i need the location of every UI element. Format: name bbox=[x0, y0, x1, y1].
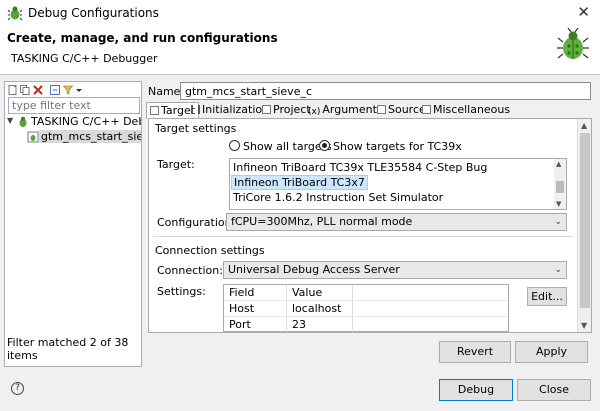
close-button[interactable]: Close bbox=[517, 379, 591, 401]
scrollbar-thumb[interactable] bbox=[580, 133, 590, 308]
scroll-up-icon[interactable]: ▲ bbox=[581, 121, 587, 130]
filter-input[interactable] bbox=[8, 97, 140, 114]
header-separator bbox=[0, 74, 600, 75]
group-separator bbox=[153, 236, 573, 237]
tab-source[interactable]: Source bbox=[377, 102, 426, 118]
target-label: Target: bbox=[157, 158, 195, 171]
tab-project[interactable]: Project bbox=[262, 102, 311, 118]
scroll-down-icon[interactable]: ▼ bbox=[581, 321, 587, 330]
show-targets-for-tc39x-radio[interactable]: Show targets for TC39x bbox=[319, 140, 462, 153]
apply-button[interactable]: Apply bbox=[515, 341, 588, 363]
settings-table: Field Value Host localhost Port 23 bbox=[223, 284, 509, 332]
target-icon bbox=[150, 106, 159, 115]
panel-scrollbar[interactable]: ▲ ▼ bbox=[577, 119, 591, 332]
tab-miscellaneous[interactable]: Miscellaneous bbox=[422, 102, 510, 118]
debug-button[interactable]: Debug bbox=[439, 379, 513, 401]
radio-on-icon bbox=[319, 140, 330, 151]
debug-bug-icon bbox=[7, 6, 23, 21]
radio-off-icon bbox=[229, 140, 240, 151]
debug-bug-icon bbox=[19, 116, 27, 127]
scroll-down-icon[interactable]: ▼ bbox=[556, 200, 561, 208]
connection-settings-title: Connection settings bbox=[155, 244, 265, 257]
table-cell[interactable]: localhost bbox=[289, 301, 341, 316]
connection-label: Connection: bbox=[157, 264, 223, 277]
new-config-icon[interactable] bbox=[8, 85, 18, 95]
column-header-value: Value bbox=[292, 286, 323, 299]
column-divider bbox=[352, 285, 353, 332]
tab-initialization[interactable]: Initialization bbox=[191, 102, 269, 118]
list-item[interactable]: Infineon TriBoard TC39x TLE35584 C-Step … bbox=[231, 160, 489, 175]
row-divider bbox=[224, 316, 508, 317]
configuration-label: Configuration: bbox=[157, 216, 236, 229]
scroll-up-icon[interactable]: ▲ bbox=[556, 160, 561, 168]
tree-toolbar bbox=[6, 83, 140, 96]
chevron-down-icon: ⌄ bbox=[554, 265, 562, 275]
header-subtitle: TASKING C/C++ Debugger bbox=[11, 52, 158, 65]
name-label: Name: bbox=[148, 85, 185, 98]
row-divider bbox=[224, 300, 508, 301]
tree-item-label: gtm_mcs_start_sieve_c bbox=[39, 130, 141, 143]
miscellaneous-icon bbox=[422, 105, 431, 114]
table-cell[interactable]: 23 bbox=[289, 317, 306, 332]
filter-icon[interactable] bbox=[63, 85, 73, 95]
close-icon[interactable]: ✕ bbox=[577, 3, 590, 21]
tab-arguments[interactable]: (x) Arguments bbox=[308, 102, 383, 118]
target-tab-panel: Target settings Show all targets Show ta… bbox=[148, 118, 592, 333]
settings-label: Settings: bbox=[157, 285, 206, 298]
project-icon bbox=[262, 105, 271, 114]
target-list[interactable]: Infineon TriBoard TC39x TLE35584 C-Step … bbox=[229, 158, 567, 210]
target-settings-title: Target settings bbox=[155, 122, 237, 135]
window-titlebar: Debug Configurations ✕ bbox=[0, 0, 600, 26]
list-item[interactable]: TriCore 1.6.2 Instruction Set Simulator bbox=[231, 190, 445, 205]
arguments-icon: (x) bbox=[308, 107, 321, 117]
filter-status: Filter matched 2 of 38 items bbox=[7, 336, 129, 362]
tree-item-label: TASKING C/C++ Debug bbox=[31, 115, 141, 128]
window-title: Debug Configurations bbox=[28, 6, 159, 20]
list-item[interactable]: Infineon TriBoard TC3x7 bbox=[231, 175, 368, 190]
help-icon[interactable]: ? bbox=[11, 382, 24, 395]
source-icon bbox=[377, 105, 386, 114]
chevron-down-icon[interactable]: ▼ bbox=[7, 116, 13, 125]
table-cell[interactable]: Host bbox=[226, 301, 254, 316]
delete-icon[interactable] bbox=[33, 85, 43, 95]
table-cell[interactable]: Port bbox=[226, 317, 251, 332]
dropdown-arrow-icon[interactable] bbox=[74, 85, 84, 95]
column-header-field: Field bbox=[229, 286, 255, 299]
initialization-icon bbox=[191, 105, 200, 114]
show-all-targets-radio[interactable]: Show all targets bbox=[229, 140, 332, 153]
scrollbar-thumb[interactable] bbox=[556, 181, 564, 193]
revert-button[interactable]: Revert bbox=[439, 341, 511, 363]
configuration-select[interactable]: fCPU=300Mhz, PLL normal mode ⌄ bbox=[226, 213, 567, 231]
edit-settings-button[interactable]: Edit... bbox=[527, 287, 567, 306]
config-tree-pane: ▼ TASKING C/C++ Debug gtm_mcs_start_siev… bbox=[4, 81, 142, 367]
config-tabs: Target Initialization Project (x) Argumen… bbox=[146, 102, 596, 119]
collapse-all-icon[interactable] bbox=[50, 85, 60, 95]
target-list-scrollbar[interactable]: ▲ ▼ bbox=[554, 159, 566, 209]
dialog-header: Create, manage, and run configurations T… bbox=[0, 26, 600, 74]
config-name-input[interactable] bbox=[180, 82, 591, 100]
tree-item-config[interactable]: gtm_mcs_start_sieve_c bbox=[5, 130, 141, 145]
chevron-down-icon: ⌄ bbox=[554, 217, 562, 227]
debug-bug-icon bbox=[557, 28, 589, 59]
duplicate-config-icon[interactable] bbox=[20, 85, 30, 95]
header-title: Create, manage, and run configurations bbox=[7, 31, 278, 45]
debug-config-icon bbox=[27, 131, 39, 143]
connection-select[interactable]: Universal Debug Access Server ⌄ bbox=[223, 261, 567, 279]
column-divider bbox=[286, 285, 287, 332]
tree-item-tasking-debug[interactable]: ▼ TASKING C/C++ Debug bbox=[5, 115, 141, 130]
